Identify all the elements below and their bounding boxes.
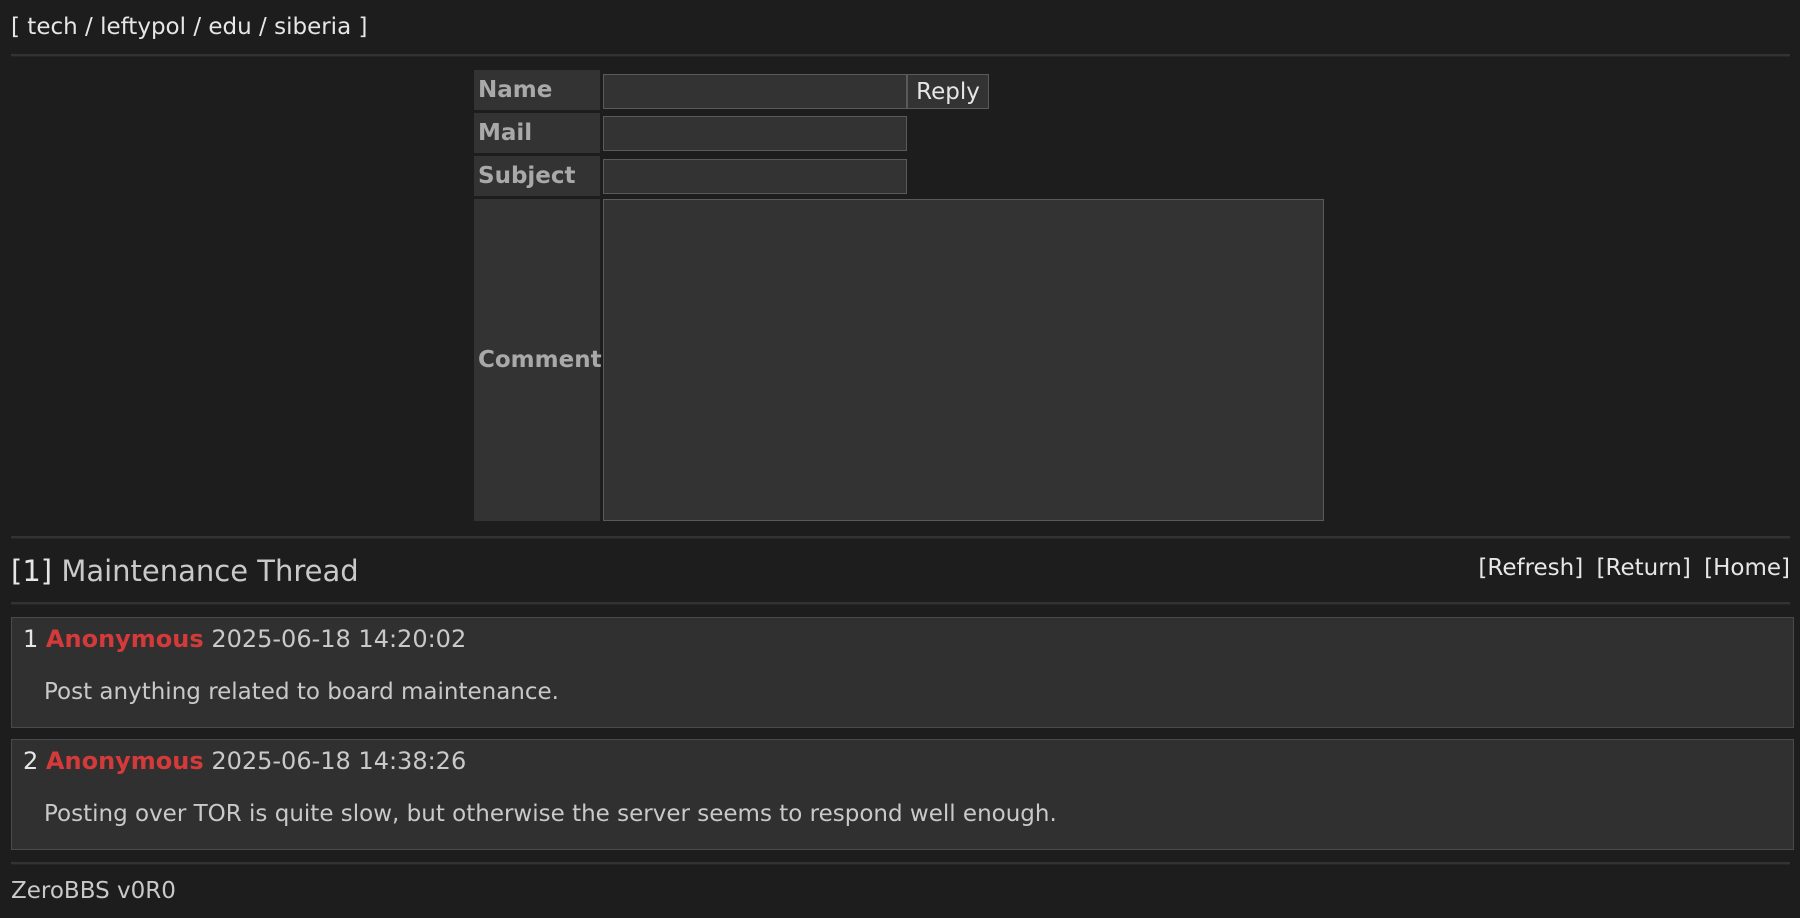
board-link-leftypol[interactable]: leftypol	[100, 14, 186, 40]
thread-number: [1]	[11, 554, 53, 588]
post-number[interactable]: 2	[23, 747, 38, 775]
mail-label: Mail	[474, 113, 600, 153]
board-nav-separator: /	[259, 14, 267, 40]
board-nav-open-bracket: [	[11, 14, 20, 40]
post-author: Anonymous	[45, 625, 204, 653]
comment-textarea[interactable]	[603, 199, 1324, 521]
board-nav: [ tech / leftypol / edu / siberia ]	[11, 14, 367, 40]
return-link[interactable]: [Return]	[1597, 555, 1691, 581]
post-date: 2025-06-18 14:38:26	[211, 747, 467, 775]
subject-input[interactable]	[603, 159, 907, 194]
post-date: 2025-06-18 14:20:02	[211, 625, 467, 653]
post-header: 2 Anonymous 2025-06-18 14:38:26	[23, 747, 466, 775]
mail-input[interactable]	[603, 116, 907, 151]
home-link[interactable]: [Home]	[1704, 555, 1790, 581]
board-nav-separator: /	[193, 14, 202, 40]
name-input[interactable]	[603, 74, 907, 109]
post-header: 1 Anonymous 2025-06-18 14:20:02	[23, 625, 466, 653]
post: 1 Anonymous 2025-06-18 14:20:02 Post any…	[11, 617, 1794, 728]
divider-form	[11, 536, 1790, 539]
board-nav-close-bracket: ]	[358, 14, 368, 40]
board-link-tech[interactable]: tech	[27, 14, 77, 40]
thread-nav: [Refresh] [Return] [Home]	[1472, 555, 1790, 581]
board-link-siberia[interactable]: siberia	[274, 14, 351, 40]
name-label: Name	[474, 70, 600, 110]
board-nav-separator: /	[85, 14, 93, 40]
subject-label: Subject	[474, 156, 600, 196]
footer-version: ZeroBBS v0R0	[11, 878, 176, 904]
post-body: Posting over TOR is quite slow, but othe…	[44, 801, 1057, 827]
refresh-link[interactable]: [Refresh]	[1478, 555, 1583, 581]
page: [ tech / leftypol / edu / siberia ] Name…	[0, 0, 1800, 918]
post-author: Anonymous	[45, 747, 204, 775]
thread-header: [1] Maintenance Thread	[11, 554, 359, 588]
divider-top	[11, 54, 1790, 57]
divider-thread	[11, 602, 1790, 605]
divider-bottom	[11, 862, 1790, 865]
thread-title: Maintenance Thread	[61, 554, 359, 588]
post: 2 Anonymous 2025-06-18 14:38:26 Posting …	[11, 739, 1794, 850]
post-number[interactable]: 1	[23, 625, 38, 653]
comment-label: Comment	[474, 199, 602, 521]
post-body: Post anything related to board maintenan…	[44, 679, 559, 705]
board-link-edu[interactable]: edu	[208, 14, 251, 40]
reply-button[interactable]: Reply	[907, 74, 989, 109]
